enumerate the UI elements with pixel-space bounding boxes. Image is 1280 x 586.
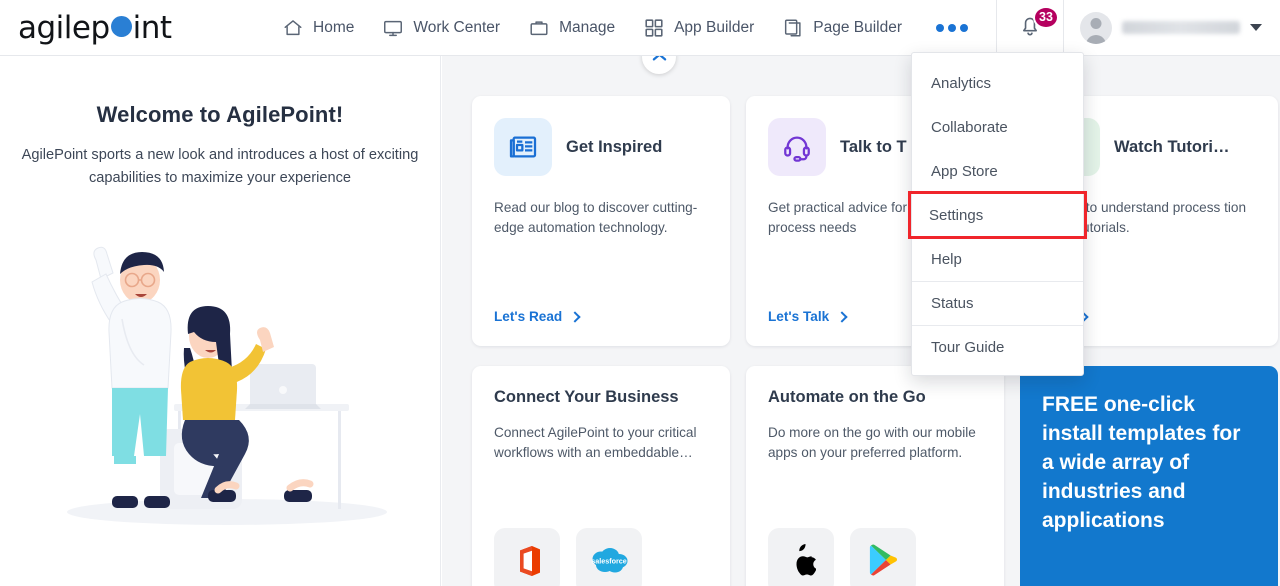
google-play-icon[interactable] — [850, 528, 916, 586]
menu-item-settings[interactable]: Settings — [908, 191, 1087, 239]
welcome-panel: Welcome to AgilePoint! AgilePoint sports… — [0, 56, 441, 586]
top-navigation-bar: agilep int Home Work Center Manage App B… — [0, 0, 1280, 56]
cards-grid: Get Inspired Read our blog to discover c… — [442, 56, 1280, 586]
newspaper-icon — [494, 118, 552, 176]
menu-item-help[interactable]: Help — [912, 237, 1083, 281]
dashboard-panel: Get Inspired Read our blog to discover c… — [442, 40, 1280, 586]
nav-item-manage[interactable]: Manage — [514, 11, 629, 45]
nav-label-home: Home — [313, 18, 355, 36]
user-menu-button[interactable] — [1063, 0, 1280, 56]
nav-item-app-builder[interactable]: App Builder — [629, 11, 768, 45]
username-label — [1122, 21, 1240, 34]
card-connect-business[interactable]: Connect Your Business Connect AgilePoint… — [472, 366, 730, 586]
chevron-right-icon — [569, 310, 581, 323]
app-root: agilep int Home Work Center Manage App B… — [0, 0, 1280, 586]
promo-banner[interactable]: FREE one-click install templates for a w… — [1020, 366, 1278, 586]
menu-item-label: Tour Guide — [931, 339, 1005, 356]
card-title: Talk to T — [840, 138, 907, 156]
card-description: Connect AgilePoint to your critical work… — [494, 425, 697, 460]
card-title: Watch Tutori… — [1114, 138, 1230, 156]
logo-text-part1: agilep — [18, 9, 110, 46]
menu-item-status[interactable]: Status — [912, 281, 1083, 325]
menu-item-label: Analytics — [931, 74, 992, 92]
more-menu-button[interactable] — [922, 14, 982, 42]
monitor-icon — [382, 17, 404, 39]
logo-text-part2: int — [132, 9, 172, 46]
agilepoint-logo[interactable]: agilep int — [0, 10, 200, 46]
dot-2-icon — [948, 23, 956, 32]
integration-logos: salesforce — [494, 528, 642, 586]
card-get-inspired[interactable]: Get Inspired Read our blog to discover c… — [472, 96, 730, 346]
headset-icon — [768, 118, 826, 176]
card-automate-on-the-go[interactable]: Automate on the Go Do more on the go wit… — [746, 366, 1004, 586]
menu-item-app-store[interactable]: App Store — [912, 149, 1083, 193]
more-dropdown-menu: Analytics Collaborate App Store Settings… — [908, 52, 1087, 376]
apple-icon[interactable] — [768, 528, 834, 586]
chevron-down-icon — [1250, 24, 1262, 31]
menu-item-label: App Store — [931, 162, 998, 180]
svg-text:salesforce: salesforce — [591, 556, 627, 565]
page-subtitle: AgilePoint sports a new look and introdu… — [21, 147, 419, 186]
card-description: Read our blog to discover cutting-edge a… — [494, 200, 698, 235]
link-label: Let's Read — [494, 309, 563, 324]
logo-dot-icon — [110, 15, 132, 37]
promo-text: FREE one-click install templates for a w… — [1042, 393, 1241, 532]
card-title: Get Inspired — [566, 138, 663, 156]
grid-icon — [643, 17, 665, 39]
nav-item-page-builder[interactable]: Page Builder — [768, 11, 916, 45]
platform-logos — [768, 528, 916, 586]
menu-item-analytics[interactable]: Analytics — [912, 61, 1083, 105]
card-title: Connect Your Business — [494, 388, 679, 406]
link-label: Let's Talk — [768, 309, 830, 324]
nav-items: Home Work Center Manage App Builder Page… — [268, 11, 982, 45]
menu-item-tour-guide[interactable]: Tour Guide — [912, 325, 1083, 369]
salesforce-icon[interactable]: salesforce — [576, 528, 642, 586]
card-description: Do more on the go with our mobile apps o… — [768, 425, 976, 460]
office-icon[interactable] — [494, 528, 560, 586]
nav-item-home[interactable]: Home — [268, 11, 368, 45]
avatar — [1080, 11, 1112, 44]
pages-icon — [782, 17, 804, 39]
lets-read-link[interactable]: Let's Read — [494, 309, 581, 324]
nav-right-section: 33 — [996, 0, 1280, 56]
notification-badge: 33 — [1033, 5, 1059, 29]
menu-item-collaborate[interactable]: Collaborate — [912, 105, 1083, 149]
home-icon — [282, 17, 304, 39]
nav-label-work-center: Work Center — [413, 18, 501, 36]
briefcase-icon — [528, 17, 550, 39]
page-title: Welcome to AgilePoint! — [96, 102, 344, 127]
menu-item-label: Status — [931, 295, 974, 312]
menu-item-label: Help — [931, 250, 962, 268]
logo-text: agilep int — [18, 10, 172, 46]
nav-label-app-builder: App Builder — [674, 18, 755, 36]
welcome-illustration — [22, 224, 422, 554]
notifications-button[interactable]: 33 — [996, 0, 1063, 56]
menu-item-label: Collaborate — [931, 118, 1008, 136]
nav-label-page-builder: Page Builder — [813, 18, 902, 36]
card-title: Automate on the Go — [768, 388, 926, 406]
nav-item-work-center[interactable]: Work Center — [368, 11, 514, 45]
lets-talk-link[interactable]: Let's Talk — [768, 309, 848, 324]
nav-label-manage: Manage — [559, 18, 616, 36]
chevron-right-icon — [836, 310, 848, 323]
dot-3-icon — [960, 23, 968, 32]
dot-1-icon — [936, 23, 944, 32]
card-header: Get Inspired — [494, 118, 708, 176]
menu-item-label: Settings — [929, 206, 984, 224]
